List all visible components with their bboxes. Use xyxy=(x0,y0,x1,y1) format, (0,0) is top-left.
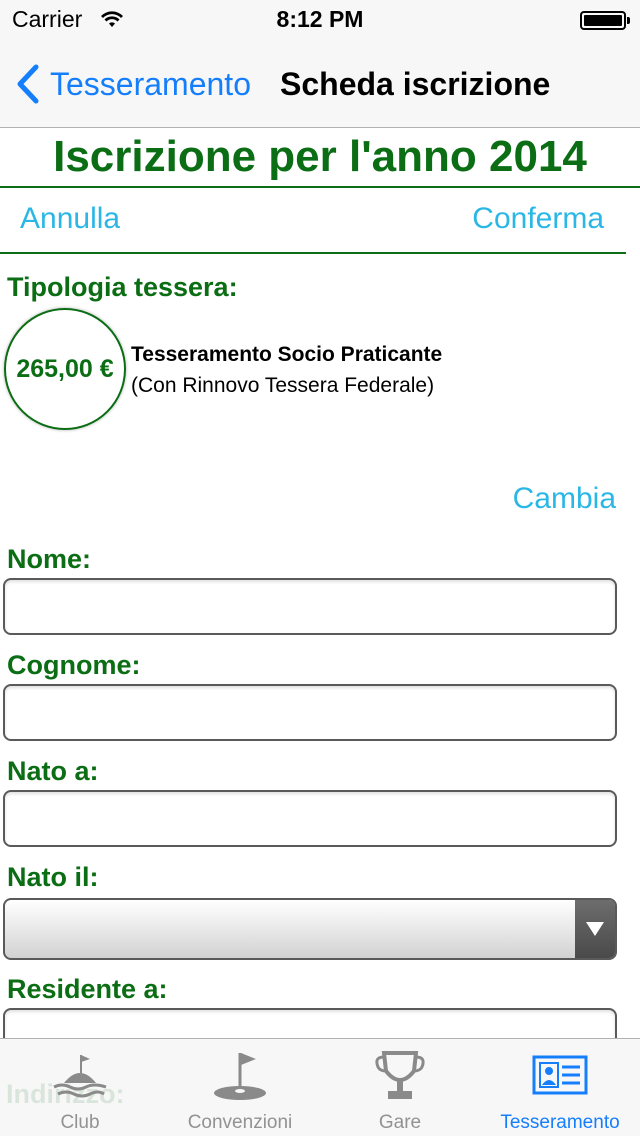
divider xyxy=(0,252,626,254)
price-value: 265,00 € xyxy=(16,354,114,383)
nato-il-select[interactable] xyxy=(3,898,617,960)
divider xyxy=(0,186,640,188)
tab-gare[interactable]: Gare xyxy=(320,1039,480,1136)
cancel-button[interactable]: Annulla xyxy=(20,202,120,236)
cognome-label: Cognome: xyxy=(7,650,141,680)
island-icon xyxy=(53,1055,107,1098)
nato-a-field[interactable] xyxy=(3,790,617,847)
tab-label: Club xyxy=(60,1112,100,1133)
chevron-left-icon xyxy=(17,64,39,104)
back-button[interactable]: Tesseramento xyxy=(14,60,251,108)
status-bar: Carrier 8:12 PM xyxy=(0,0,640,40)
nato-il-label: Nato il: xyxy=(7,862,99,892)
navigation-bar: Tesseramento Scheda iscrizione xyxy=(0,40,640,128)
residente-field[interactable] xyxy=(3,1008,617,1038)
tab-tesseramento[interactable]: Tesseramento xyxy=(480,1039,640,1136)
dropdown-arrow-button[interactable] xyxy=(575,900,615,958)
id-card-icon xyxy=(532,1055,588,1095)
triangle-down-icon xyxy=(586,922,604,936)
tab-convenzioni[interactable]: Convenzioni xyxy=(160,1039,320,1136)
tab-club[interactable]: Club xyxy=(0,1039,160,1136)
price-badge: 265,00 € xyxy=(4,308,126,430)
change-tessera-button[interactable]: Cambia xyxy=(513,482,616,516)
cognome-field[interactable] xyxy=(3,684,617,741)
nome-input[interactable] xyxy=(5,580,615,633)
back-button-label: Tesseramento xyxy=(50,65,251,102)
golf-flag-icon xyxy=(214,1053,266,1100)
tab-bar: Indirizzo: Club Convenzioni Gare Tessera… xyxy=(0,1038,640,1136)
tab-label: Gare xyxy=(378,1112,422,1133)
registration-form[interactable]: Iscrizione per l'anno 2014 Annulla Confe… xyxy=(0,128,640,1038)
trophy-icon xyxy=(375,1051,425,1099)
nome-label: Nome: xyxy=(7,544,92,574)
cognome-input[interactable] xyxy=(5,686,615,739)
tessera-name: Tesseramento Socio Praticante xyxy=(131,343,443,366)
nome-field[interactable] xyxy=(3,578,617,635)
residente-input[interactable] xyxy=(5,1010,615,1038)
tab-label: Convenzioni xyxy=(187,1112,293,1133)
tessera-type-label: Tipologia tessera: xyxy=(7,272,238,302)
nato-a-input[interactable] xyxy=(5,792,615,845)
residente-label: Residente a: xyxy=(7,974,168,1004)
tab-label: Tesseramento xyxy=(500,1112,620,1133)
battery-icon xyxy=(580,11,630,30)
confirm-button[interactable]: Conferma xyxy=(472,202,604,236)
nav-title: Scheda iscrizione xyxy=(280,66,551,102)
nato-a-label: Nato a: xyxy=(7,756,99,786)
page-title: Iscrizione per l'anno 2014 xyxy=(53,132,587,181)
clock: 8:12 PM xyxy=(276,6,364,32)
tessera-description: (Con Rinnovo Tessera Federale) xyxy=(131,374,435,397)
